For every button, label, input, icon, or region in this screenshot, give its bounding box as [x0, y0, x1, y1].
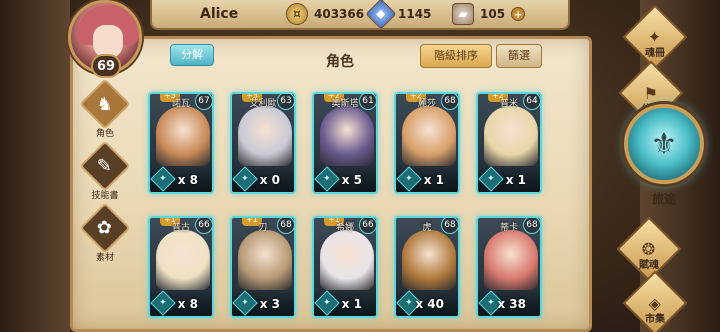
gold-coin-icon: ¤ — [286, 3, 308, 25]
hero-level-badge: 68 — [523, 218, 540, 234]
left-menu-item-character[interactable]: ♞ 角色 — [79, 78, 131, 142]
codex-icon: ✦ — [622, 4, 688, 70]
hero-level-badge: 68 — [441, 218, 458, 234]
hero-shard-count: x 8 — [177, 173, 198, 187]
hero-grid: +3 諾瓦 67 ✦ x 8 +3 艾利歐 63 ✦ x 0 +2 奧斯塔 61 ✦ x 5 +2 麗莎 68 ✦ x… — [148, 92, 548, 318]
hero-level-badge: 68 — [277, 218, 294, 234]
hero-portrait — [238, 106, 292, 166]
hero-portrait — [484, 106, 538, 166]
split-button[interactable]: 分解 — [170, 44, 214, 66]
blessing-icon: ❂ — [616, 216, 682, 282]
left-menu-item-material[interactable]: ✿ 素材 — [79, 202, 131, 266]
hero-level-badge: 66 — [359, 218, 376, 234]
hero-shard-count: x 1 — [341, 297, 362, 311]
hero-card[interactable]: 虎 68 ✦ x 40 — [394, 216, 460, 318]
left-menu: ♞ 角色 ✎ 技能書 ✿ 素材 — [79, 78, 131, 272]
hero-level-badge: 64 — [523, 94, 540, 110]
hero-portrait — [156, 106, 210, 166]
hero-portrait — [156, 230, 210, 290]
left-menu-item-skill-book[interactable]: ✎ 技能書 — [79, 140, 131, 204]
hero-card[interactable]: +2 奧斯塔 61 ✦ x 5 — [312, 92, 378, 194]
stone-amount: 105 — [480, 7, 506, 21]
player-level-badge: 69 — [91, 54, 121, 78]
hero-portrait — [238, 230, 292, 290]
gem-icon: ◆ — [365, 0, 397, 30]
hero-shard-count: x 5 — [341, 173, 362, 187]
hero-level-badge: 68 — [441, 94, 458, 110]
hero-level-badge: 61 — [359, 94, 376, 110]
gem-amount: 1145 — [398, 7, 432, 21]
material-icon: ✿ — [79, 202, 131, 254]
player-name: Alice — [200, 6, 239, 22]
hero-shard-count: x 40 — [415, 297, 444, 311]
hero-level-badge: 66 — [195, 218, 212, 234]
blessing-label: 賦魂 — [639, 260, 659, 271]
hero-portrait — [402, 230, 456, 290]
hero-card[interactable]: +1 刃 68 ✦ x 3 — [230, 216, 296, 318]
hero-shard-count: x 8 — [177, 297, 198, 311]
stone-resource[interactable]: ▰ 105 + — [452, 3, 526, 25]
journey-button[interactable]: ⚜ 旅途 — [620, 104, 708, 216]
hero-shard-count: x 3 — [259, 297, 280, 311]
hero-shard-count: x 1 — [423, 173, 444, 187]
hero-card[interactable]: 蒂卡 68 ✦ x 38 — [476, 216, 542, 318]
character-icon: ♞ — [79, 78, 131, 130]
hero-portrait — [320, 106, 374, 166]
hero-card[interactable]: +2 麗莎 68 ✦ x 1 — [394, 92, 460, 194]
gold-resource: ¤ 403366 — [286, 3, 364, 25]
market-label: 市集 — [645, 314, 665, 325]
market-button[interactable]: ◈ 市集 — [620, 270, 690, 332]
journey-icon: ⚜ — [624, 104, 704, 184]
hero-portrait — [484, 230, 538, 290]
codex-label: 魂冊 — [645, 48, 665, 59]
stone-icon: ▰ — [452, 3, 474, 25]
hero-card[interactable]: +1 希娜 66 ✦ x 1 — [312, 216, 378, 318]
hero-card[interactable]: +2 普米 64 ✦ x 1 — [476, 92, 542, 194]
skill-book-icon: ✎ — [79, 140, 131, 192]
gold-amount: 403366 — [314, 7, 365, 21]
left-wood-frame — [0, 0, 70, 332]
hero-card[interactable]: +1 普古 66 ✦ x 8 — [148, 216, 214, 318]
hero-card[interactable]: +3 艾利歐 63 ✦ x 0 — [230, 92, 296, 194]
journey-label: 旅途 — [651, 192, 676, 206]
hero-shard-count: x 38 — [497, 297, 526, 311]
add-stone-button[interactable]: + — [511, 7, 526, 21]
hero-shard-count: x 1 — [505, 173, 526, 187]
sort-button[interactable]: 階級排序 — [420, 44, 492, 68]
panel-title: 角色 — [326, 54, 354, 70]
hero-level-badge: 67 — [195, 94, 212, 110]
top-resource-bar: Alice ¤ 403366 ◆ 1145 ▰ 105 + — [150, 0, 570, 30]
hero-level-badge: 63 — [277, 94, 294, 110]
hero-card[interactable]: +3 諾瓦 67 ✦ x 8 — [148, 92, 214, 194]
hero-portrait — [402, 106, 456, 166]
hero-portrait — [320, 230, 374, 290]
hero-shard-count: x 0 — [259, 173, 280, 187]
filter-button[interactable]: 篩選 — [496, 44, 542, 68]
gem-resource: ◆ 1145 — [365, 0, 432, 30]
